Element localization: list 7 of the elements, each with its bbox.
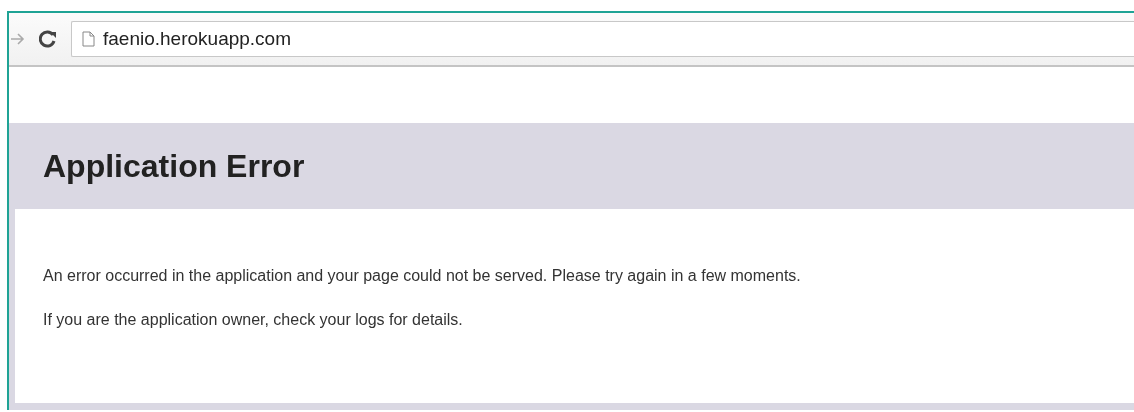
page-icon xyxy=(82,31,95,47)
url-text: faenio.herokuapp.com xyxy=(103,28,291,50)
error-message: If you are the application owner, check your logs for details. xyxy=(43,311,464,329)
address-bar[interactable]: faenio.herokuapp.com xyxy=(71,21,1134,57)
reload-icon[interactable] xyxy=(39,30,57,48)
error-message: An error occurred in the application and your page could not be served. Please try again in a few moments. xyxy=(43,267,802,285)
page-heading: Application Error xyxy=(43,147,305,185)
